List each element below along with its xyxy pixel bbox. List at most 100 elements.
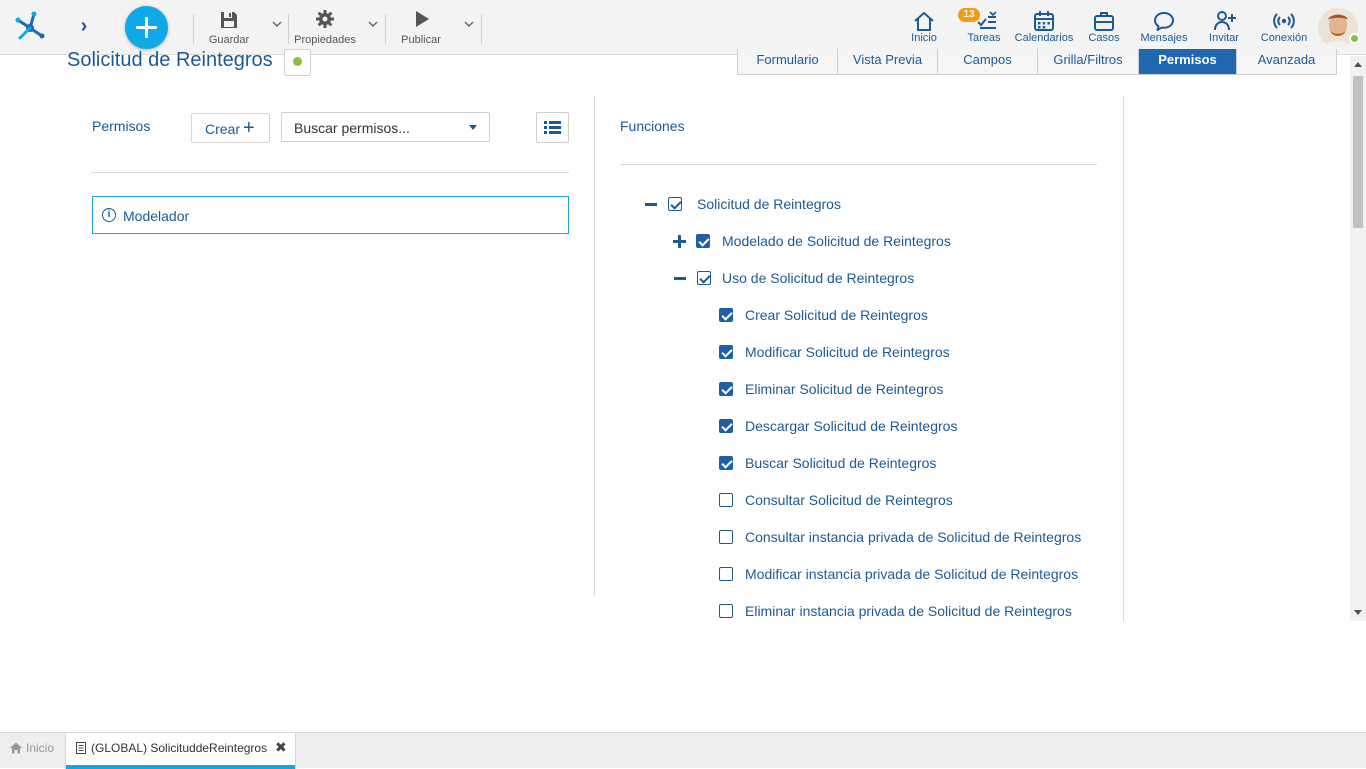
- tab-avanzada[interactable]: Avanzada: [1237, 49, 1336, 74]
- tab-grilla-filtros[interactable]: Grilla/Filtros: [1038, 49, 1139, 74]
- right-divider: [620, 164, 1097, 165]
- document-icon: [76, 742, 86, 754]
- list-view-button[interactable]: [536, 112, 569, 143]
- gear-icon: [316, 10, 334, 28]
- editor-tabs: Formulario Vista Previa Campos Grilla/Fi…: [737, 49, 1337, 75]
- nav-conexion[interactable]: Conexión: [1258, 8, 1310, 48]
- tree-checkbox[interactable]: [697, 271, 711, 285]
- list-icon: [544, 121, 561, 134]
- tree-node-label[interactable]: Uso de Solicitud de Reintegros: [722, 270, 914, 286]
- collapse-icon[interactable]: [674, 272, 686, 284]
- app-logo-icon[interactable]: [12, 10, 48, 42]
- collapse-icon[interactable]: [645, 198, 657, 210]
- tab-campos[interactable]: Campos: [938, 49, 1038, 74]
- broadcast-icon: [1273, 13, 1295, 29]
- bottom-tab-inicio[interactable]: Inicio: [0, 733, 65, 768]
- nav-inicio[interactable]: Inicio: [904, 8, 944, 48]
- chevron-down-icon[interactable]: [271, 18, 283, 30]
- close-icon[interactable]: ✖: [275, 739, 287, 756]
- floppy-disk-icon: [221, 12, 237, 28]
- chevron-right-icon[interactable]: ›: [74, 15, 94, 37]
- status-button[interactable]: [284, 49, 311, 76]
- tree-leaf-label[interactable]: Consultar instancia privada de Solicitud…: [745, 529, 1081, 545]
- chat-bubble-icon: [1154, 12, 1174, 31]
- tree-leaf-label[interactable]: Modificar Solicitud de Reintegros: [745, 344, 950, 360]
- tree-node-label[interactable]: Modelado de Solicitud de Reintegros: [722, 233, 951, 249]
- add-user-icon: [1214, 11, 1236, 31]
- nav-calendarios[interactable]: Calendarios: [1013, 8, 1075, 48]
- page-title: Solicitud de Reintegros: [67, 49, 273, 71]
- toolbar-divider: [385, 14, 386, 44]
- nav-calendarios-label: Calendarios: [1014, 32, 1074, 44]
- tree-checkbox[interactable]: [719, 308, 733, 322]
- bottom-tab-solicitud[interactable]: (GLOBAL) SolicituddeReintegros ✖: [65, 733, 296, 769]
- tree-node-label[interactable]: Solicitud de Reintegros: [697, 196, 841, 212]
- nav-invitar-label: Invitar: [1209, 32, 1239, 44]
- tree-leaf-label[interactable]: Eliminar Solicitud de Reintegros: [745, 381, 943, 397]
- toolbar-divider: [288, 14, 289, 44]
- bottom-tab-bar: Inicio (GLOBAL) SolicituddeReintegros ✖: [0, 732, 1366, 769]
- nav-inicio-label: Inicio: [911, 32, 937, 44]
- save-button[interactable]: Guardar: [204, 8, 254, 48]
- tree-checkbox[interactable]: [719, 345, 733, 359]
- home-icon: [914, 12, 934, 31]
- nav-casos-label: Casos: [1088, 32, 1120, 44]
- tree-checkbox[interactable]: [719, 604, 733, 618]
- nav-invitar[interactable]: Invitar: [1205, 8, 1243, 48]
- chevron-down-icon[interactable]: [463, 18, 475, 30]
- functions-heading: Funciones: [620, 118, 685, 134]
- permission-item-modelador[interactable]: i Modelador: [92, 196, 569, 234]
- scrollbar-thumb[interactable]: [1353, 76, 1363, 228]
- tree-leaf-label[interactable]: Descargar Solicitud de Reintegros: [745, 418, 957, 434]
- tree-checkbox[interactable]: [719, 493, 733, 507]
- tree-leaf-label[interactable]: Eliminar instancia privada de Solicitud …: [745, 603, 1072, 619]
- scroll-up-arrow-icon[interactable]: [1354, 62, 1362, 67]
- tree-checkbox[interactable]: [719, 382, 733, 396]
- create-button-label: Crear: [205, 121, 241, 137]
- tree-checkbox[interactable]: [719, 567, 733, 581]
- tree-checkbox[interactable]: [668, 197, 682, 211]
- tree-leaf-label[interactable]: Modificar instancia privada de Solicitud…: [745, 566, 1078, 582]
- properties-button[interactable]: Propiedades: [292, 8, 358, 48]
- nav-mensajes-label: Mensajes: [1140, 32, 1188, 44]
- vertical-scrollbar[interactable]: [1350, 56, 1366, 621]
- tasks-count-badge: 13: [958, 8, 980, 22]
- bottom-tab-solicitud-label: (GLOBAL) SolicituddeReintegros: [91, 741, 268, 755]
- expand-icon[interactable]: [673, 234, 686, 248]
- save-label: Guardar: [208, 34, 250, 46]
- tree-leaf-label[interactable]: Crear Solicitud de Reintegros: [745, 307, 928, 323]
- left-divider: [91, 172, 569, 173]
- nav-mensajes[interactable]: Mensajes: [1138, 8, 1190, 48]
- create-permission-button[interactable]: Crear +: [191, 113, 270, 143]
- panel-divider: [594, 96, 595, 596]
- chevron-down-icon[interactable]: [367, 18, 379, 30]
- tree-checkbox[interactable]: [719, 456, 733, 470]
- briefcase-icon: [1094, 12, 1114, 31]
- panel-divider: [1123, 96, 1124, 621]
- tree-leaf-label[interactable]: Buscar Solicitud de Reintegros: [745, 455, 936, 471]
- online-status-indicator: [1349, 33, 1360, 44]
- publish-button[interactable]: Publicar: [396, 8, 446, 48]
- nav-tareas-label: Tareas: [967, 32, 1001, 44]
- permission-item-label: Modelador: [123, 208, 190, 224]
- nav-casos[interactable]: Casos: [1085, 8, 1123, 48]
- tab-vista-previa[interactable]: Vista Previa: [838, 49, 938, 74]
- top-toolbar: › Guardar Propiedades Publicar Inicio Ta…: [0, 0, 1366, 55]
- search-permissions-select[interactable]: Buscar permisos...: [281, 112, 490, 142]
- play-icon: [416, 11, 429, 27]
- nav-conexion-label: Conexión: [1260, 32, 1308, 44]
- tree-leaf-label[interactable]: Consultar Solicitud de Reintegros: [745, 492, 953, 508]
- tree-checkbox[interactable]: [719, 419, 733, 433]
- tree-checkbox[interactable]: [696, 234, 710, 248]
- new-item-button[interactable]: [125, 6, 168, 49]
- tab-formulario[interactable]: Formulario: [738, 49, 838, 74]
- toolbar-divider: [481, 14, 482, 44]
- publish-label: Publicar: [401, 34, 441, 46]
- calendar-icon: [1034, 11, 1054, 31]
- tree-checkbox[interactable]: [719, 530, 733, 544]
- tab-permisos[interactable]: Permisos: [1139, 49, 1237, 74]
- properties-label: Propiedades: [294, 34, 356, 46]
- info-icon[interactable]: i: [102, 208, 116, 222]
- home-icon: [10, 742, 22, 754]
- scroll-down-arrow-icon[interactable]: [1354, 610, 1362, 615]
